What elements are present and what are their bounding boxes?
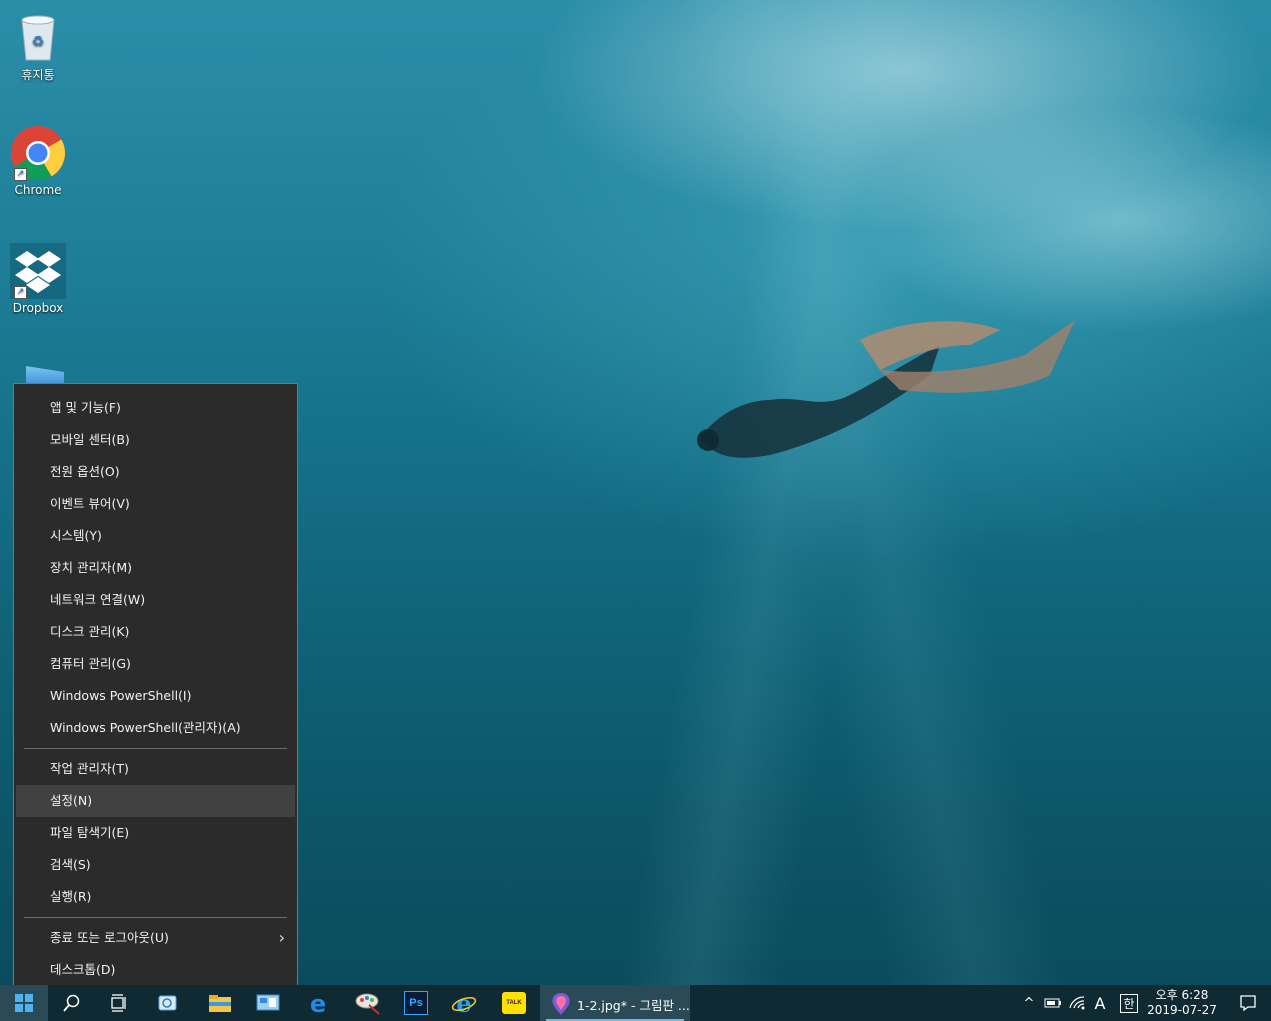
dropbox-icon: ↗ [10,243,66,299]
windows-start-icon [15,994,33,1012]
desktop-icon-chrome[interactable]: ↗ Chrome [4,125,72,197]
menu-item-run[interactable]: 실행(R) [16,881,295,913]
menu-item-powershell-admin[interactable]: Windows PowerShell(관리자)(A) [16,712,295,744]
desktop-icon-label: Dropbox [12,301,64,315]
clock-time: 오후 6:28 [1155,988,1209,1002]
file-explorer-icon [209,995,231,1012]
tray-clock[interactable]: 오후 6:28 2019-07-27 [1145,988,1219,1018]
menu-item-apps-features[interactable]: 앱 및 기능(F) [16,392,295,424]
taskbar-internet-explorer[interactable]: e [440,985,488,1021]
notification-icon [1240,995,1256,1012]
menu-separator [24,748,287,749]
ime-indicator: 한 [1120,993,1138,1013]
tray-ime[interactable]: 한 [1116,985,1142,1021]
taskbar: e Ps e TALK 1-2.jpg* - 그림판 ... ^ A 한 오후 … [0,985,1271,1021]
action-center-button[interactable] [1230,985,1266,1021]
menu-item-settings[interactable]: 설정(N) [16,785,295,817]
menu-item-device-manager[interactable]: 장치 관리자(M) [16,552,295,584]
svg-text:e: e [456,991,471,1015]
menu-item-label: 종료 또는 로그아웃(U) [50,930,169,945]
photoshop-icon: Ps [404,991,428,1015]
search-icon [63,994,80,1012]
active-window-title: 1-2.jpg* - 그림판 ... [577,998,690,1013]
menu-item-system[interactable]: 시스템(Y) [16,520,295,552]
taskbar-paint[interactable] [344,985,392,1021]
diver-image [697,320,1075,458]
menu-separator [24,917,287,918]
paint-brush-icon [355,993,380,1015]
shortcut-arrow-icon: ↗ [14,168,27,181]
clock-date: 2019-07-27 [1147,1003,1217,1017]
snipping-tool-icon [158,995,177,1011]
chevron-right-icon: › [278,928,285,947]
recycle-bin-icon: ♻ [10,8,66,64]
tray-battery[interactable] [1042,985,1064,1021]
taskbar-kakaotalk[interactable]: TALK [490,985,538,1021]
menu-item-network-connections[interactable]: 네트워크 연결(W) [16,584,295,616]
wifi-icon [1069,996,1085,1010]
menu-item-task-manager[interactable]: 작업 관리자(T) [16,753,295,785]
internet-explorer-icon: e [451,991,477,1015]
winx-context-menu: 앱 및 기능(F) 모바일 센터(B) 전원 옵션(O) 이벤트 뷰어(V) 시… [13,383,298,995]
task-view-button[interactable] [96,985,144,1021]
tray-overflow-button[interactable]: ^ [1018,985,1040,1021]
paint3d-icon [550,992,572,1020]
menu-item-mobility-center[interactable]: 모바일 센터(B) [16,424,295,456]
desktop-icon-label: Chrome [14,183,62,197]
search-button[interactable] [48,985,96,1021]
menu-item-search[interactable]: 검색(S) [16,849,295,881]
taskbar-edge[interactable]: e [294,985,342,1021]
battery-icon [1044,998,1061,1008]
desktop-icon-recycle-bin[interactable]: ♻ 휴지통 [4,8,72,83]
chevron-up-icon: ^ [1023,995,1035,1011]
taskbar-snipping-tool[interactable] [144,985,192,1021]
task-view-icon [111,994,126,1012]
svg-text:e: e [310,991,326,1015]
menu-item-disk-management[interactable]: 디스크 관리(K) [16,616,295,648]
menu-item-computer-management[interactable]: 컴퓨터 관리(G) [16,648,295,680]
kakaotalk-icon: TALK [502,992,526,1014]
chrome-icon: ↗ [10,125,66,181]
edge-icon: e [310,991,326,1015]
desktop-icon-dropbox[interactable]: ↗ Dropbox [4,243,72,315]
menu-item-power-options[interactable]: 전원 옵션(O) [16,456,295,488]
taskbar-control-panel[interactable] [244,985,292,1021]
svg-text:♻: ♻ [32,34,45,50]
menu-item-desktop[interactable]: 데스크톱(D) [16,954,295,986]
menu-item-shutdown-signout[interactable]: 종료 또는 로그아웃(U) › [16,922,295,954]
menu-item-event-viewer[interactable]: 이벤트 뷰어(V) [16,488,295,520]
tray-input-mode[interactable]: A [1090,985,1110,1021]
start-button[interactable] [0,985,48,1021]
control-panel-icon [256,994,280,1011]
menu-item-file-explorer[interactable]: 파일 탐색기(E) [16,817,295,849]
desktop-icon-label: 휴지통 [21,68,55,82]
taskbar-photoshop[interactable]: Ps [392,985,440,1021]
tray-network[interactable] [1066,985,1090,1021]
menu-item-powershell[interactable]: Windows PowerShell(I) [16,680,295,712]
taskbar-file-explorer[interactable] [196,985,244,1021]
shortcut-arrow-icon: ↗ [14,286,27,299]
